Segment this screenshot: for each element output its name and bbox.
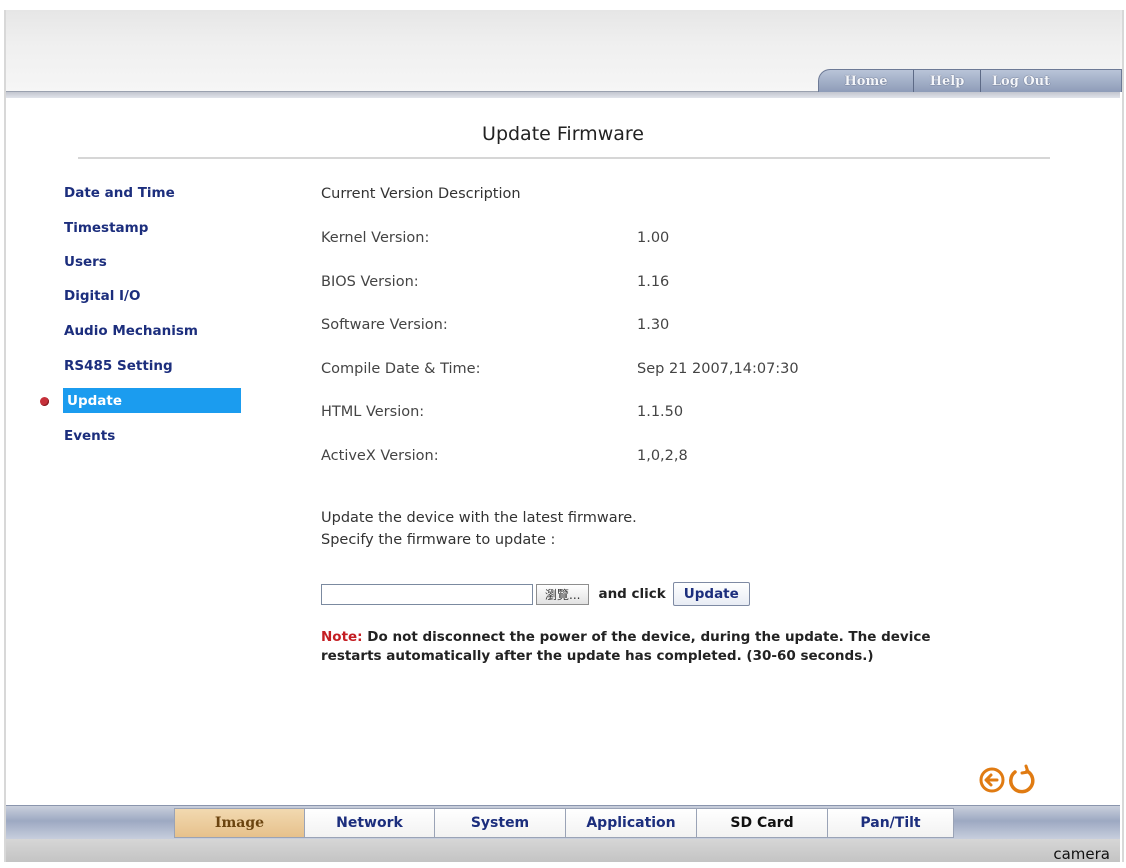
bottom-nav: Image Network System Application SD Card… (174, 808, 954, 838)
sidebar-item-date-and-time[interactable]: Date and Time (64, 180, 175, 205)
logout-link[interactable]: Log Out (980, 70, 1061, 92)
update-instruction-1: Update the device with the latest firmwa… (321, 510, 637, 526)
home-link[interactable]: Home (819, 70, 913, 92)
tab-image[interactable]: Image (174, 808, 304, 838)
bios-version-value: 1.16 (637, 274, 670, 290)
html-version-label: HTML Version: (321, 404, 425, 420)
footer-label: camera (1053, 845, 1110, 863)
kernel-version-value: 1.00 (637, 230, 670, 246)
firmware-file-input[interactable] (321, 583, 533, 605)
top-nav: Home Help Log Out (818, 69, 1122, 92)
version-heading: Current Version Description (321, 186, 521, 202)
bios-version-label: BIOS Version: (321, 274, 419, 290)
sidebar-item-update[interactable]: Update (63, 388, 241, 413)
compile-date-value: Sep 21 2007,14:07:30 (637, 361, 799, 377)
tab-network[interactable]: Network (304, 808, 434, 838)
tab-pan-tilt[interactable]: Pan/Tilt (827, 808, 954, 838)
active-bullet-icon (40, 397, 49, 406)
help-link[interactable]: Help (913, 70, 980, 92)
refresh-icon[interactable] (1006, 764, 1036, 796)
and-click-text: and click (598, 586, 666, 602)
browse-button[interactable]: 瀏覽... (536, 583, 590, 605)
update-note: Note: Do not disconnect the power of the… (321, 628, 971, 666)
sidebar-item-events[interactable]: Events (64, 423, 115, 448)
update-instruction-2: Specify the firmware to update : (321, 532, 556, 548)
title-divider (78, 157, 1050, 159)
sidebar-item-rs485-setting[interactable]: RS485 Setting (64, 353, 173, 378)
footer-band (6, 839, 1120, 862)
page-title: Update Firmware (482, 123, 644, 145)
sidebar-item-digital-io[interactable]: Digital I/O (64, 283, 140, 308)
html-version-value: 1.1.50 (637, 404, 684, 420)
tab-system[interactable]: System (434, 808, 565, 838)
page: Home Help Log Out Update Firmware Date a… (0, 0, 1126, 868)
kernel-version-label: Kernel Version: (321, 230, 430, 246)
software-version-label: Software Version: (321, 317, 448, 333)
tab-application[interactable]: Application (565, 808, 696, 838)
note-label: Note: (321, 629, 363, 645)
back-arrow-icon[interactable] (978, 766, 1006, 794)
upload-row: 瀏覽... and click Update (321, 581, 750, 607)
activex-version-label: ActiveX Version: (321, 448, 439, 464)
software-version-value: 1.30 (637, 317, 670, 333)
compile-date-label: Compile Date & Time: (321, 361, 481, 377)
activex-version-value: 1,0,2,8 (637, 448, 688, 464)
note-text: Do not disconnect the power of the devic… (321, 629, 931, 664)
sidebar-item-audio-mechanism[interactable]: Audio Mechanism (64, 318, 198, 343)
sidebar-item-users[interactable]: Users (64, 249, 107, 274)
update-button[interactable]: Update (672, 582, 750, 606)
sidebar-item-timestamp[interactable]: Timestamp (64, 215, 148, 240)
header-divider (6, 91, 1120, 98)
tab-sd-card[interactable]: SD Card (696, 808, 827, 838)
